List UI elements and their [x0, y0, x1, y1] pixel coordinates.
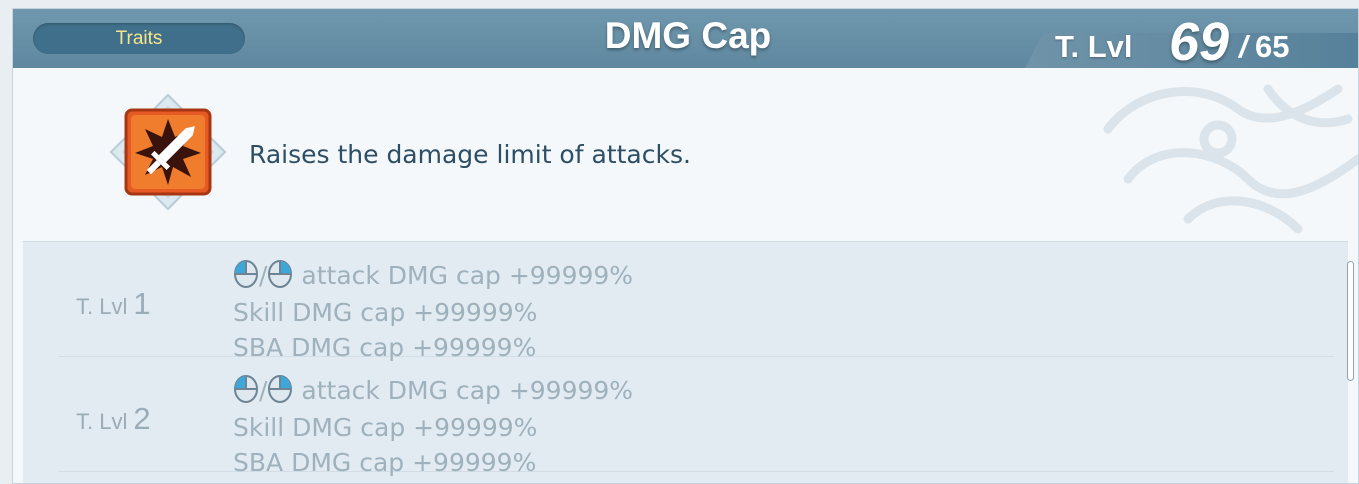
trait-detail-panel: Traits DMG Cap T. Lvl 69 / 65 Raises the…: [12, 8, 1359, 484]
tlvl-separator: /: [1239, 29, 1248, 64]
sword-burst-icon: [109, 93, 227, 211]
level-row-2: T. Lvl 2 / attack DMG cap +99999% Skill D…: [59, 357, 1334, 477]
trait-description: Raises the damage limit of attacks.: [249, 140, 691, 169]
levels-list[interactable]: T. Lvl 1 / attack DMG cap +99999% Skill D…: [23, 241, 1348, 483]
mouse-right-click-icon: [268, 260, 293, 288]
mouse-left-click-icon: [234, 260, 258, 288]
tlvl-max: 65: [1255, 29, 1290, 64]
attack-effect: attack DMG cap +99999%: [301, 261, 634, 290]
attack-separator: /: [259, 261, 268, 290]
skill-effect: Skill DMG cap +99999%: [233, 413, 538, 442]
level-number: 2: [133, 401, 151, 436]
attack-effect-line: / attack DMG cap +99999%: [233, 260, 633, 290]
trait-icon: [109, 93, 227, 211]
dragon-watermark-icon: [1103, 84, 1358, 234]
mouse-right-click-icon: [268, 375, 293, 403]
levels-scrollbar[interactable]: [1347, 261, 1354, 381]
tlvl-label: T. Lvl: [1055, 29, 1133, 64]
traits-tab-label: Traits: [115, 27, 163, 49]
attack-effect: attack DMG cap +99999%: [301, 376, 634, 405]
skill-effect: Skill DMG cap +99999%: [233, 298, 538, 327]
level-label: T. Lvl 1: [76, 286, 151, 322]
attack-separator: /: [259, 376, 268, 405]
level-row-1: T. Lvl 1 / attack DMG cap +99999% Skill D…: [59, 242, 1334, 362]
level-label-text: T. Lvl: [76, 294, 128, 319]
sba-effect: SBA DMG cap +99999%: [233, 448, 537, 477]
level-number: 1: [133, 286, 151, 321]
mouse-left-click-icon: [234, 375, 258, 403]
traits-tab[interactable]: Traits: [33, 23, 245, 54]
trait-title: DMG Cap: [604, 15, 772, 56]
level-label-text: T. Lvl: [76, 409, 128, 434]
attack-effect-line: / attack DMG cap +99999%: [233, 375, 633, 405]
level-label: T. Lvl 2: [76, 401, 151, 437]
tlvl-current: 69: [1169, 12, 1230, 72]
